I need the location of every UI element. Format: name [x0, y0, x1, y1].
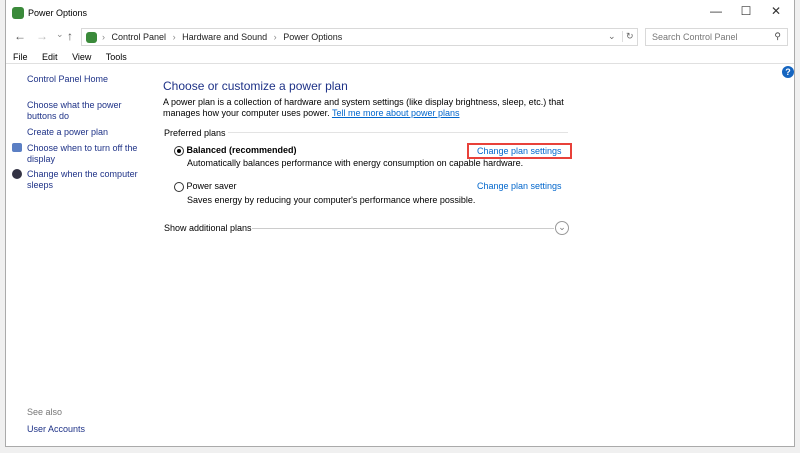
change-plan-settings-balanced[interactable]: Change plan settings [477, 146, 562, 156]
sleep-icon [12, 169, 22, 179]
change-plan-settings-power-saver[interactable]: Change plan settings [477, 181, 562, 191]
power-options-window: Power Options — ☐ ✕ ← → ⌄ ↑ › Control Pa… [5, 0, 795, 447]
address-dropdown-button[interactable]: ⌄ [608, 31, 616, 42]
page-description: A power plan is a collection of hardware… [163, 97, 583, 119]
power-saver-radio[interactable] [174, 181, 184, 192]
search-icon[interactable]: ⚲ [774, 31, 781, 42]
plan-description: Automatically balances performance with … [187, 158, 524, 168]
plan-power-saver[interactable]: Power saver [174, 181, 237, 192]
search-input[interactable]: Search Control Panel ⚲ [645, 28, 788, 46]
divider [6, 63, 794, 64]
sidebar-create-power-plan[interactable]: Create a power plan [27, 127, 108, 137]
breadcrumb-separator: › [273, 32, 277, 42]
plan-description: Saves energy by reducing your computer's… [187, 195, 476, 205]
breadcrumb-hardware-and-sound[interactable]: Hardware and Sound [182, 32, 267, 42]
maximize-button[interactable]: ☐ [731, 4, 761, 22]
plan-name: Balanced (recommended) [186, 145, 297, 155]
page-title: Choose or customize a power plan [163, 79, 348, 93]
search-placeholder: Search Control Panel [652, 32, 738, 42]
sidebar-turn-off-display[interactable]: Choose when to turn off the display [27, 143, 142, 165]
breadcrumb-separator: › [102, 32, 105, 42]
help-button[interactable]: ? [782, 66, 794, 78]
tell-me-more-link[interactable]: Tell me more about power plans [332, 108, 460, 118]
menu-tools[interactable]: Tools [106, 52, 127, 62]
back-button[interactable]: ← [14, 29, 26, 43]
breadcrumb-control-panel[interactable]: Control Panel [112, 32, 167, 42]
see-also-label: See also [27, 407, 63, 417]
breadcrumb-separator: › [172, 32, 176, 42]
menu-edit[interactable]: Edit [42, 52, 58, 62]
expand-chevron-icon[interactable]: ⌄ [555, 221, 569, 235]
plan-balanced[interactable]: Balanced (recommended) [174, 145, 297, 156]
balanced-radio[interactable] [174, 145, 184, 156]
forward-button[interactable]: → [36, 29, 48, 43]
recent-locations-button[interactable]: ⌄ [56, 29, 64, 40]
menu-file[interactable]: File [13, 52, 28, 62]
breadcrumb-power-options[interactable]: Power Options [283, 32, 342, 42]
change-plan-settings-balanced-highlight: Change plan settings [467, 143, 572, 159]
plan-name: Power saver [186, 181, 237, 191]
minimize-button[interactable]: — [701, 4, 731, 22]
sidebar-control-panel-home[interactable]: Control Panel Home [27, 74, 108, 84]
address-bar[interactable]: › Control Panel › Hardware and Sound › P… [81, 28, 638, 46]
refresh-button[interactable]: ↻ [622, 31, 634, 42]
control-panel-icon [86, 32, 97, 43]
sidebar-computer-sleeps[interactable]: Change when the computer sleeps [27, 169, 142, 191]
display-icon [12, 143, 22, 152]
up-button[interactable]: ↑ [67, 29, 73, 43]
menu-bar: File Edit View Tools [13, 52, 139, 62]
window-title: Power Options [28, 8, 88, 18]
divider [228, 132, 568, 133]
power-options-icon [12, 7, 24, 19]
show-additional-plans-label[interactable]: Show additional plans [164, 223, 252, 233]
sidebar-power-buttons[interactable]: Choose what the power buttons do [27, 100, 132, 122]
divider [252, 228, 554, 229]
preferred-plans-label: Preferred plans [164, 128, 226, 138]
close-button[interactable]: ✕ [761, 4, 791, 22]
menu-view[interactable]: View [72, 52, 91, 62]
user-accounts-link[interactable]: User Accounts [27, 424, 85, 434]
